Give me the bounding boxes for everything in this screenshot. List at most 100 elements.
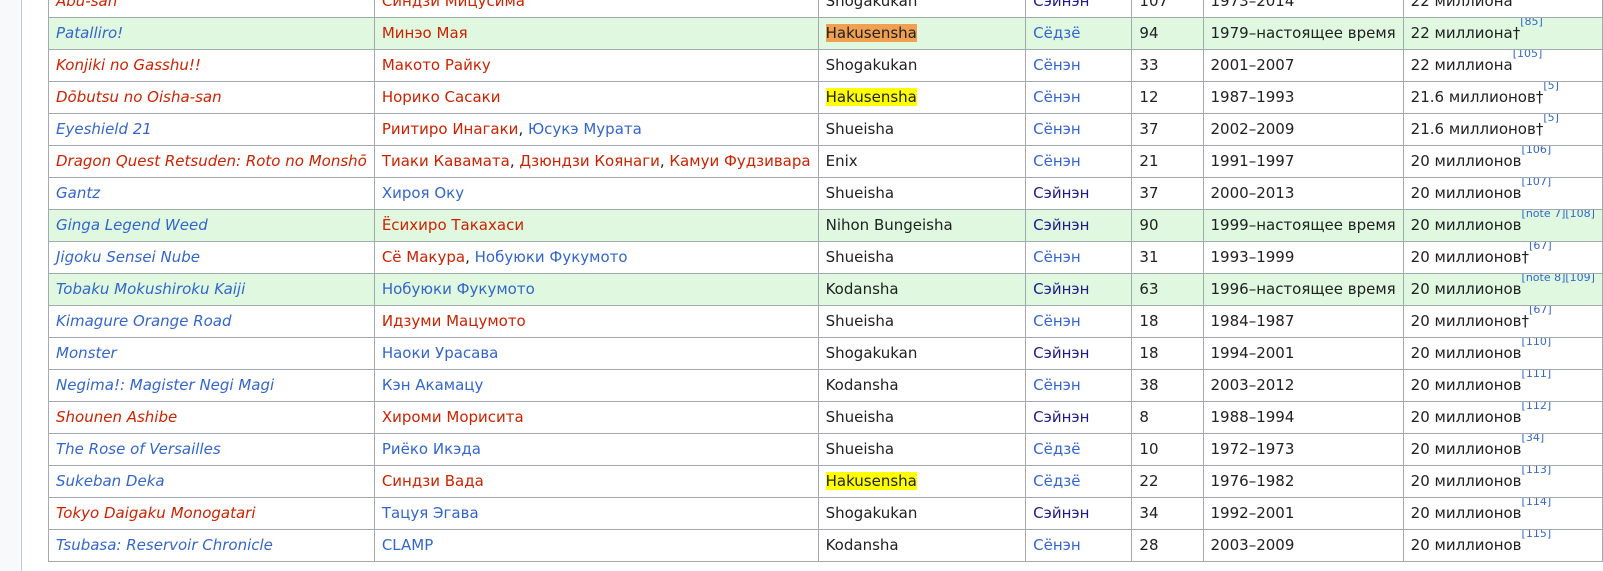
author-link[interactable]: Норико Сасаки [382,88,501,106]
reference-link[interactable]: [107] [1522,179,1552,189]
author-link[interactable]: Наоки Урасава [382,344,499,362]
author-link[interactable]: Синдзи Вада [382,472,484,490]
author-link[interactable]: Дзюндзи Коянаги [519,152,659,170]
title-link[interactable]: Tokyo Daigaku Monogatari [56,504,256,522]
demographic-link[interactable]: Сёнэн [1033,312,1081,330]
author-link[interactable]: Тиаки Кавамата [382,152,510,170]
demographic-link[interactable]: Сэйнэн [1033,280,1089,298]
reference-link[interactable]: [112] [1522,403,1552,413]
table-row: Tokyo Daigaku Monogatari Тацуя Эгава Shoga… [48,497,1603,530]
author-link[interactable]: Риитиро Инагаки [382,120,519,138]
table-row: Ginga Legend Weed Ёсихиро Такахаси Nihon B… [48,209,1603,242]
demographic-link[interactable]: Сёдзё [1033,440,1080,458]
reference-link[interactable]: [114] [1522,499,1552,509]
cell-volumes: 34 [1131,497,1204,530]
title-link[interactable]: The Rose of Versailles [56,440,221,458]
reference-link[interactable]: [67] [1529,243,1552,253]
title-link[interactable]: Kimagure Orange Road [56,312,232,330]
reference-link[interactable]: [85] [1520,19,1543,29]
author-link[interactable]: Идзуми Мацумото [382,312,526,330]
demographic-link[interactable]: Сёнэн [1033,152,1081,170]
title-link[interactable]: Dragon Quest Retsuden: Roto no Monshō [56,152,367,170]
demographic-link[interactable]: Сэйнэн [1033,504,1089,522]
cell-publisher: Shueisha [817,177,1027,210]
author-link[interactable]: Сё Макура [382,248,465,266]
author-link[interactable]: Камуи Фудзивара [669,152,810,170]
title-link[interactable]: Tsubasa: Reservoir Chronicle [56,536,273,554]
cell-sales: 20 миллионов[113] [1402,465,1603,498]
title-link[interactable]: Abu-san [56,0,117,10]
reference-link[interactable]: [113] [1522,467,1552,477]
author-link[interactable]: Синдзи Мицусима [382,0,525,10]
demographic-link[interactable]: Сёнэн [1033,88,1081,106]
title-link[interactable]: Shounen Ashibe [56,408,177,426]
demographic-link[interactable]: Сэйнэн [1033,408,1089,426]
title-link[interactable]: Tobaku Mokushiroku Kaiji [56,280,245,298]
demographic-link[interactable]: Сэйнэн [1033,184,1089,202]
demographic-link[interactable]: Сэйнэн [1033,0,1089,10]
reference-link[interactable]: [note 7][108] [1522,211,1595,221]
sales-text: 20 миллионов [1410,344,1522,362]
cell-demographic: Сёнэн [1025,113,1133,146]
reference-link[interactable]: [34] [1522,435,1545,445]
reference-link[interactable]: [115] [1522,531,1552,541]
author-link[interactable]: Хироя Оку [382,184,464,202]
author-link[interactable]: Юсукэ Мурата [528,120,642,138]
title-link[interactable]: Sukeban Deka [56,472,165,490]
cell-title: Tokyo Daigaku Monogatari [48,497,375,530]
cell-sales: 22 миллиона[105] [1402,49,1603,82]
title-link[interactable]: Eyeshield 21 [56,120,152,138]
publisher-text: Shueisha [825,120,895,138]
reference-link[interactable]: [111] [1522,371,1552,381]
cell-volumes: 8 [1131,401,1204,434]
author-link[interactable]: Нобуюки Фукумото [475,248,628,266]
author-link[interactable]: Макото Райку [382,56,491,74]
title-link[interactable]: Negima!: Magister Negi Magi [56,376,274,394]
title-link[interactable]: Dōbutsu no Oisha-san [56,88,222,106]
reference-link[interactable]: [110] [1522,339,1552,349]
sales-text: 20 миллионов [1410,536,1522,554]
title-link[interactable]: Jigoku Sensei Nube [56,248,200,266]
reference-link[interactable]: [5] [1543,115,1559,125]
reference-link[interactable]: [106] [1522,147,1552,157]
table-row: Monster Наоки Урасава Shogakukan Сэйнэн 18 19… [48,337,1603,370]
demographic-link[interactable]: Сёдзё [1033,472,1080,490]
demographic-link[interactable]: Сёнэн [1033,56,1081,74]
demographic-link[interactable]: Сэйнэн [1033,216,1089,234]
cell-publisher: Shogakukan [817,0,1027,18]
table-row: Shounen Ashibe Хироми Морисита Shueisha Сэй… [48,401,1603,434]
sales-text: 20 миллионов† [1410,248,1530,266]
author-link[interactable]: Тацуя Эгава [382,504,479,522]
reference-link[interactable]: [67] [1529,307,1552,317]
reference-link[interactable]: [note 8][109] [1522,275,1595,285]
cell-volumes: 22 [1131,465,1204,498]
author-link[interactable]: Хироми Морисита [382,408,524,426]
author-link[interactable]: Минэо Мая [382,24,468,42]
cell-volumes: 18 [1131,337,1204,370]
author-link[interactable]: CLAMP [382,536,433,554]
demographic-link[interactable]: Сэйнэн [1033,344,1089,362]
cell-volumes: 10 [1131,433,1204,466]
sales-text: 21.6 миллионов† [1410,120,1544,138]
cell-authors: Норико Сасаки [373,81,819,114]
publisher-text: Nihon Bungeisha [825,216,953,234]
demographic-link[interactable]: Сёдзё [1033,24,1080,42]
demographic-link[interactable]: Сёнэн [1033,376,1081,394]
demographic-link[interactable]: Сёнэн [1033,536,1081,554]
author-link[interactable]: Нобуюки Фукумото [382,280,535,298]
cell-publisher: Shogakukan [817,337,1027,370]
author-link[interactable]: Ёсихиро Такахаси [382,216,524,234]
title-link[interactable]: Monster [56,344,117,362]
publisher-text: Enix [825,152,858,170]
author-link[interactable]: Риёко Икэда [382,440,481,458]
title-link[interactable]: Gantz [56,184,100,202]
cell-title: The Rose of Versailles [48,433,375,466]
reference-link[interactable]: [5] [1543,83,1559,93]
demographic-link[interactable]: Сёнэн [1033,120,1081,138]
title-link[interactable]: Patalliro! [56,24,123,42]
demographic-link[interactable]: Сёнэн [1033,248,1081,266]
title-link[interactable]: Ginga Legend Weed [56,216,208,234]
reference-link[interactable]: [105] [1513,51,1543,61]
title-link[interactable]: Konjiki no Gasshu!! [56,56,201,74]
author-link[interactable]: Кэн Акамацу [382,376,484,394]
